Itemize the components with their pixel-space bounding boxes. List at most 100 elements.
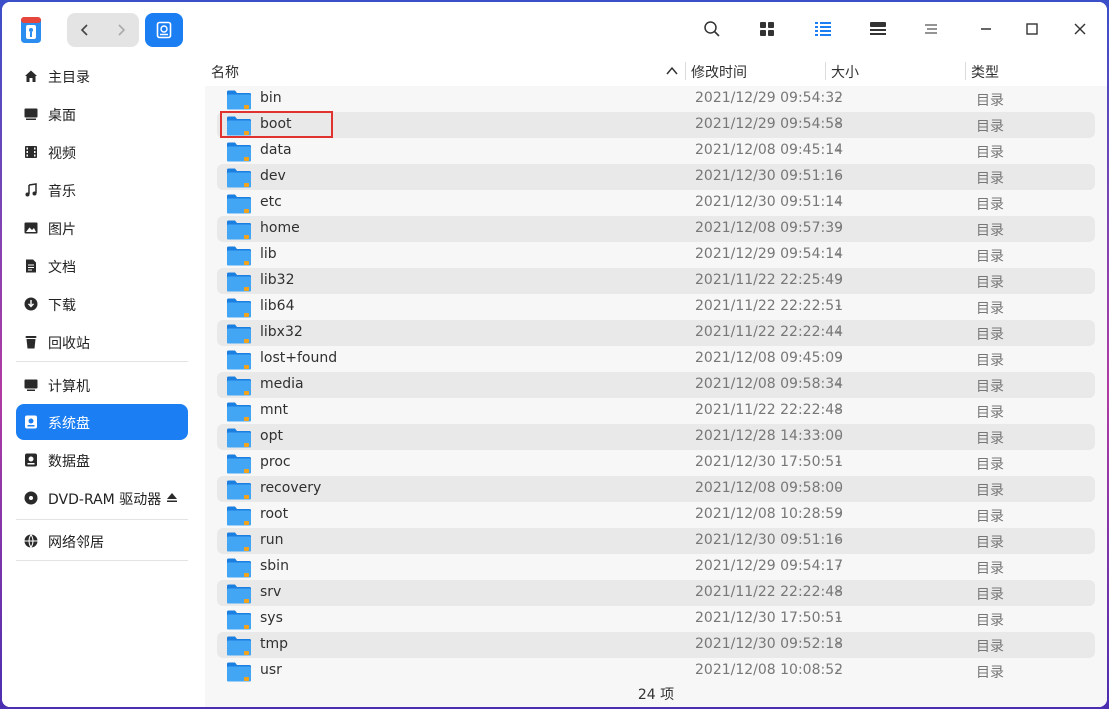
sidebar-item-label: 数据盘	[48, 454, 90, 470]
file-type: 目录	[976, 639, 1004, 655]
table-row[interactable]: lost+found 2021/12/08 09:45:09- 目录	[217, 346, 1095, 372]
file-size: -	[836, 558, 842, 574]
sidebar-item-dvd-drive[interactable]: DVD-RAM 驱动器	[16, 480, 188, 516]
table-row[interactable]: sys 2021/12/30 17:50:51- 目录	[217, 606, 1095, 632]
file-size: -	[836, 324, 842, 340]
table-row[interactable]: usr 2021/12/08 10:08:52- 目录	[217, 658, 1095, 684]
network-icon	[24, 534, 38, 548]
file-size: -	[836, 636, 842, 652]
folder-icon	[227, 350, 251, 370]
sidebar-item-trash[interactable]: 回收站	[16, 324, 188, 360]
folder-icon	[227, 506, 251, 526]
app-logo-icon[interactable]	[17, 15, 45, 45]
forward-button[interactable]	[103, 13, 139, 47]
file-name: lost+found	[260, 350, 338, 366]
table-row[interactable]: bin 2021/12/29 09:54:32- 目录	[217, 86, 1095, 112]
list-view-button[interactable]	[811, 17, 835, 41]
table-row[interactable]: proc 2021/12/30 17:50:51- 目录	[217, 450, 1095, 476]
table-row[interactable]: lib64 2021/11/22 22:22:51- 目录	[217, 294, 1095, 320]
sidebar-item-pictures[interactable]: 图片	[16, 210, 188, 246]
detail-view-button[interactable]	[866, 17, 890, 41]
table-row[interactable]: root 2021/12/08 10:28:59- 目录	[217, 502, 1095, 528]
file-type: 目录	[976, 431, 1004, 447]
folder-icon	[227, 532, 251, 552]
sidebar-item-label: 计算机	[48, 379, 90, 395]
table-row[interactable]: boot 2021/12/29 09:54:58- 目录	[217, 112, 1095, 138]
menu-button[interactable]	[919, 17, 943, 41]
close-icon	[1074, 23, 1086, 35]
file-modified: 2021/12/29 09:54:17	[695, 558, 844, 574]
column-size-header[interactable]: 大小	[831, 62, 859, 82]
close-button[interactable]	[1068, 17, 1092, 41]
file-name: media	[260, 376, 304, 392]
sidebar-item-computer[interactable]: 计算机	[16, 367, 188, 403]
file-size: -	[836, 220, 842, 236]
back-button[interactable]	[67, 13, 103, 47]
computer-icon	[24, 378, 38, 392]
table-row[interactable]: dev 2021/12/30 09:51:16- 目录	[217, 164, 1095, 190]
table-row[interactable]: sbin 2021/12/29 09:54:17- 目录	[217, 554, 1095, 580]
column-separator[interactable]	[685, 62, 686, 80]
table-row[interactable]: lib32 2021/11/22 22:25:49- 目录	[217, 268, 1095, 294]
file-modified: 2021/12/08 09:45:14	[695, 142, 844, 158]
eject-icon[interactable]	[166, 490, 178, 504]
grid-view-icon	[760, 22, 774, 36]
maximize-button[interactable]	[1020, 17, 1044, 41]
file-type: 目录	[976, 665, 1004, 681]
table-row[interactable]: recovery 2021/12/08 09:58:00- 目录	[217, 476, 1095, 502]
file-name: lib32	[260, 272, 295, 288]
column-separator[interactable]	[825, 62, 826, 80]
search-button[interactable]	[700, 17, 724, 41]
folder-icon	[227, 194, 251, 214]
table-row[interactable]: media 2021/12/08 09:58:34- 目录	[217, 372, 1095, 398]
forward-icon	[118, 24, 126, 36]
table-row[interactable]: etc 2021/12/30 09:51:14- 目录	[217, 190, 1095, 216]
breadcrumb-system-disk-button[interactable]	[145, 13, 183, 47]
file-size: -	[836, 272, 842, 288]
column-separator[interactable]	[965, 62, 966, 80]
sidebar-item-video[interactable]: 视频	[16, 134, 188, 170]
sidebar-item-data-disk[interactable]: 数据盘	[16, 442, 188, 478]
folder-icon	[227, 610, 251, 630]
file-name: proc	[260, 454, 291, 470]
file-modified: 2021/11/22 22:22:48	[695, 402, 844, 418]
file-size: -	[836, 428, 842, 444]
file-name: sbin	[260, 558, 289, 574]
sidebar-item-system-disk[interactable]: 系统盘	[16, 404, 188, 440]
column-type-header[interactable]: 类型	[971, 62, 999, 82]
desktop-icon	[24, 107, 38, 121]
file-modified: 2021/12/29 09:54:58	[695, 116, 844, 132]
grid-view-button[interactable]	[755, 17, 779, 41]
folder-icon	[227, 324, 251, 344]
sidebar-item-home[interactable]: 主目录	[16, 58, 188, 94]
sidebar-item-label: 主目录	[48, 70, 90, 86]
folder-icon	[227, 376, 251, 396]
sidebar-item-music[interactable]: 音乐	[16, 172, 188, 208]
file-name: root	[260, 506, 289, 522]
file-size: -	[836, 454, 842, 470]
file-size: -	[836, 350, 842, 366]
minimize-button[interactable]	[974, 17, 998, 41]
maximize-icon	[1026, 23, 1038, 35]
table-row[interactable]: srv 2021/11/22 22:22:48- 目录	[217, 580, 1095, 606]
table-row[interactable]: tmp 2021/12/30 09:52:18- 目录	[217, 632, 1095, 658]
sidebar-item-network[interactable]: 网络邻居	[16, 523, 188, 559]
column-name-header[interactable]: 名称	[211, 62, 239, 82]
selection-highlight-box	[220, 111, 333, 138]
table-row[interactable]: mnt 2021/11/22 22:22:48- 目录	[217, 398, 1095, 424]
table-row[interactable]: libx32 2021/11/22 22:22:44- 目录	[217, 320, 1095, 346]
sidebar-item-documents[interactable]: 文档	[16, 248, 188, 284]
sidebar-item-desktop[interactable]: 桌面	[16, 96, 188, 132]
table-row[interactable]: data 2021/12/08 09:45:14- 目录	[217, 138, 1095, 164]
list-view-icon	[815, 22, 831, 36]
file-type: 目录	[976, 561, 1004, 577]
folder-icon	[227, 402, 251, 422]
column-modified-header[interactable]: 修改时间	[691, 62, 747, 82]
file-modified: 2021/12/08 09:58:00	[695, 480, 844, 496]
table-row[interactable]: run 2021/12/30 09:51:16- 目录	[217, 528, 1095, 554]
sidebar-item-downloads[interactable]: 下载	[16, 286, 188, 322]
table-row[interactable]: home 2021/12/08 09:57:39- 目录	[217, 216, 1095, 242]
table-row[interactable]: lib 2021/12/29 09:54:14- 目录	[217, 242, 1095, 268]
table-row[interactable]: opt 2021/12/28 14:33:00- 目录	[217, 424, 1095, 450]
sort-ascending-icon[interactable]	[665, 64, 679, 78]
